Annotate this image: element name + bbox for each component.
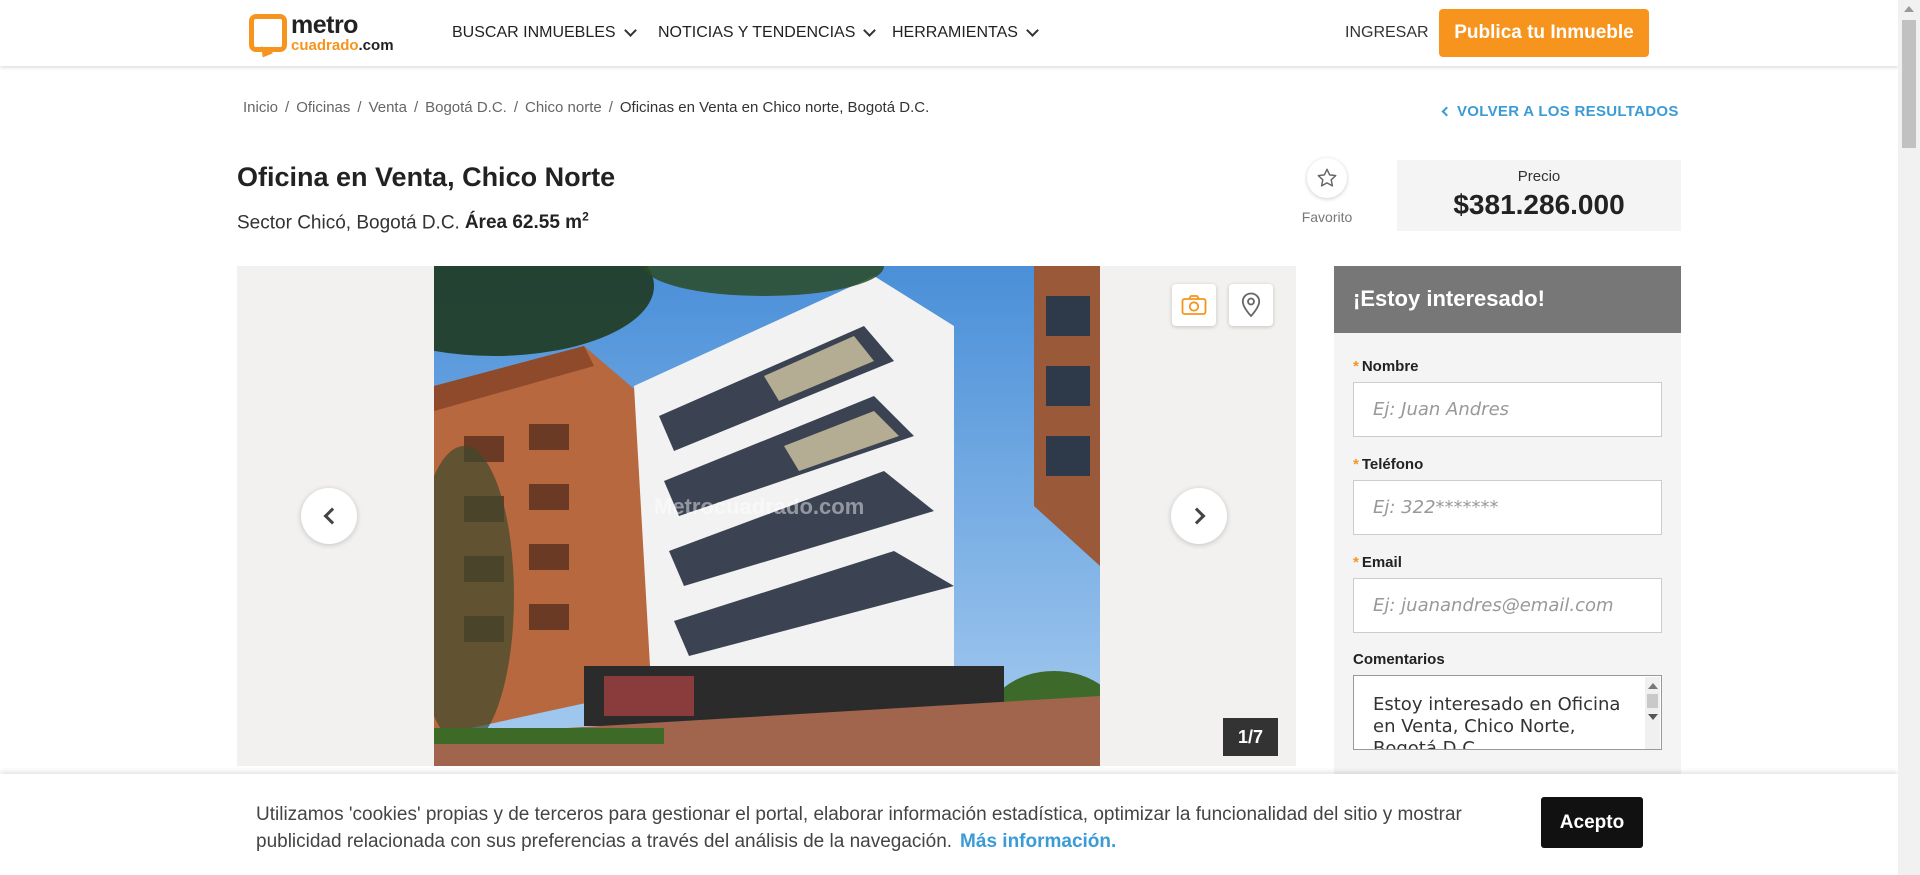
price-box: Precio $381.286.000 bbox=[1397, 160, 1681, 231]
email-label: * Email bbox=[1353, 554, 1402, 571]
logo-text-tld: .com bbox=[358, 37, 394, 54]
publish-property-button[interactable]: Publica tu Inmueble bbox=[1439, 9, 1649, 57]
listing-title: Oficina en Venta, Chico Norte bbox=[237, 162, 616, 192]
photo-counter: 1/7 bbox=[1223, 718, 1278, 756]
chevron-down-icon bbox=[863, 24, 877, 37]
breadcrumb-item-bogota[interactable]: Bogotá D.C. bbox=[425, 99, 507, 116]
chevron-left-icon bbox=[1441, 106, 1452, 117]
name-label: * Nombre bbox=[1353, 358, 1419, 375]
nav-buscar-inmuebles[interactable]: BUSCAR INMUEBLES bbox=[452, 24, 637, 42]
phone-label-text: Teléfono bbox=[1361, 456, 1424, 473]
photo-gallery: Metrocuadrado.com 1/7 bbox=[237, 266, 1296, 766]
breadcrumb-item-oficinas[interactable]: Oficinas bbox=[296, 99, 350, 116]
star-icon bbox=[1317, 168, 1337, 187]
watermark-text: Metrocuadrado.com bbox=[654, 494, 865, 519]
email-field[interactable]: Ej: juanandres@email.com bbox=[1353, 578, 1662, 633]
comments-value: Estoy interesado en Oficina en Venta, Ch… bbox=[1373, 694, 1621, 750]
phone-field[interactable]: Ej: 322******* bbox=[1353, 480, 1662, 535]
map-view-button[interactable] bbox=[1229, 284, 1273, 326]
favorite-button[interactable] bbox=[1307, 158, 1347, 198]
comments-textarea[interactable]: Estoy interesado en Oficina en Venta, Ch… bbox=[1353, 675, 1662, 750]
speech-bubble-logo-icon bbox=[249, 14, 287, 52]
textarea-scrollbar[interactable] bbox=[1645, 677, 1660, 749]
accept-cookies-button[interactable]: Acepto bbox=[1541, 797, 1643, 848]
listing-subtitle: Sector Chicó, Bogotá D.C. Área 62.55 m2 bbox=[237, 210, 589, 234]
logo-text-top: metro bbox=[291, 11, 358, 39]
page-scrollbar[interactable] bbox=[1898, 0, 1920, 875]
name-label-text: Nombre bbox=[1361, 358, 1419, 375]
breadcrumb: Inicio / Oficinas / Venta / Bogotá D.C. / Ch… bbox=[243, 99, 930, 116]
nav-noticias-tendencias[interactable]: NOTICIAS Y TENDENCIAS bbox=[658, 24, 877, 42]
more-info-link[interactable]: Más información. bbox=[960, 831, 1116, 852]
favorite-toggle[interactable]: Favorito bbox=[1297, 158, 1357, 225]
site-header: metro cuadrado.com BUSCAR INMUEBLES NOTI… bbox=[0, 0, 1898, 66]
breadcrumb-item-inicio[interactable]: Inicio bbox=[243, 99, 278, 116]
camera-icon bbox=[1181, 295, 1207, 315]
price-label: Precio bbox=[1517, 168, 1561, 185]
login-link[interactable]: INGRESAR bbox=[1345, 24, 1429, 42]
page-scroll-thumb[interactable] bbox=[1902, 20, 1916, 148]
comments-label: Comentarios bbox=[1353, 651, 1445, 668]
listing-location: Sector Chicó, Bogotá D.C. bbox=[237, 212, 460, 234]
chevron-right-icon bbox=[1188, 507, 1205, 525]
area-unit-superscript: 2 bbox=[582, 210, 589, 224]
chevron-down-icon bbox=[1026, 24, 1039, 37]
photos-view-button[interactable] bbox=[1172, 284, 1216, 326]
phone-label: * Teléfono bbox=[1353, 456, 1423, 473]
required-asterisk: * bbox=[1353, 554, 1359, 571]
cookie-text: Utilizamos 'cookies' propias y de tercer… bbox=[256, 804, 1462, 852]
metrocuadrado-logo[interactable]: metro cuadrado.com bbox=[249, 13, 394, 53]
favorite-label: Favorito bbox=[1301, 209, 1353, 225]
email-label-text: Email bbox=[1361, 554, 1402, 571]
listing-photo[interactable]: Metrocuadrado.com bbox=[434, 266, 1100, 766]
nav-label: HERRAMIENTAS bbox=[892, 24, 1018, 41]
nav-label: BUSCAR INMUEBLES bbox=[452, 24, 616, 41]
scroll-up-arrow-icon[interactable] bbox=[1648, 683, 1658, 689]
breadcrumb-item-venta[interactable]: Venta bbox=[369, 99, 407, 116]
map-pin-icon bbox=[1241, 292, 1261, 318]
nav-label: NOTICIAS Y TENDENCIAS bbox=[658, 24, 856, 41]
name-field[interactable]: Ej: Juan Andres bbox=[1353, 382, 1662, 437]
scroll-down-arrow-icon[interactable] bbox=[1648, 714, 1658, 720]
breadcrumb-item-chico-norte[interactable]: Chico norte bbox=[525, 99, 602, 116]
logo-text-bottom: cuadrado bbox=[291, 37, 359, 54]
required-asterisk: * bbox=[1353, 358, 1359, 375]
previous-photo-button[interactable] bbox=[301, 488, 357, 544]
listing-area: Área 62.55 m bbox=[464, 212, 583, 234]
nav-herramientas[interactable]: HERRAMIENTAS bbox=[892, 24, 1039, 42]
chevron-down-icon bbox=[623, 24, 637, 37]
scroll-up-arrow-icon[interactable] bbox=[1904, 6, 1914, 12]
breadcrumb-current: Oficinas en Venta en Chico norte, Bogotá… bbox=[619, 99, 930, 116]
form-heading: ¡Estoy interesado! bbox=[1334, 266, 1681, 333]
contact-form: ¡Estoy interesado! * Nombre Ej: Juan Andr… bbox=[1334, 266, 1681, 776]
scroll-thumb[interactable] bbox=[1647, 694, 1658, 708]
required-asterisk: * bbox=[1353, 456, 1359, 473]
chevron-left-icon bbox=[323, 507, 340, 525]
back-to-results-link[interactable]: VOLVER A LOS RESULTADOS bbox=[1441, 103, 1679, 120]
next-photo-button[interactable] bbox=[1171, 488, 1227, 544]
cookie-banner: Utilizamos 'cookies' propias y de tercer… bbox=[0, 774, 1898, 875]
price-value: $381.286.000 bbox=[1453, 189, 1625, 220]
back-to-results-label: VOLVER A LOS RESULTADOS bbox=[1457, 103, 1679, 120]
